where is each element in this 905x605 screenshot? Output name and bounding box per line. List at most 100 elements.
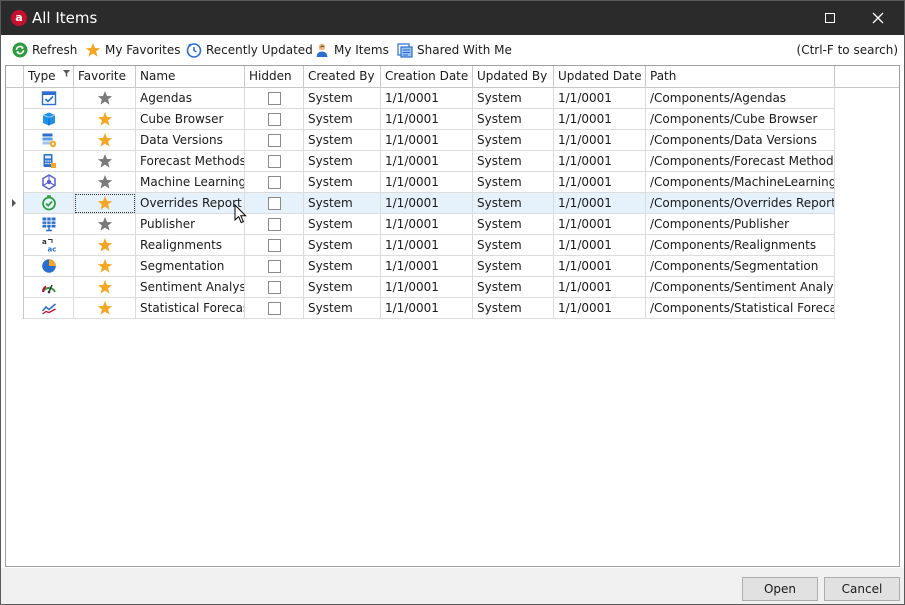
- table-row[interactable]: Cube Browser System 1/1/0001 System 1/1/0001…: [24, 109, 835, 130]
- updated-by-cell[interactable]: System: [473, 130, 554, 151]
- favorite-star-icon[interactable]: [97, 237, 113, 253]
- name-cell[interactable]: Statistical Forecast: [136, 298, 245, 319]
- favorite-star-icon[interactable]: [97, 174, 113, 190]
- column-header-created-by[interactable]: Created By: [304, 66, 381, 87]
- created-by-cell[interactable]: System: [304, 151, 381, 172]
- creation-date-cell[interactable]: 1/1/0001: [381, 88, 473, 109]
- favorite-cell[interactable]: [74, 193, 136, 214]
- hidden-checkbox[interactable]: [267, 133, 281, 147]
- hidden-checkbox[interactable]: [267, 301, 281, 315]
- table-row[interactable]: Publisher System 1/1/0001 System 1/1/0001/Co…: [24, 214, 835, 235]
- type-cell[interactable]: [24, 172, 74, 193]
- creation-date-cell[interactable]: 1/1/0001: [381, 277, 473, 298]
- hidden-cell[interactable]: [245, 193, 304, 214]
- favorite-star-icon[interactable]: [97, 258, 113, 274]
- updated-date-cell[interactable]: 1/1/0001: [554, 130, 646, 151]
- favorite-cell[interactable]: [74, 277, 136, 298]
- hidden-cell[interactable]: [245, 151, 304, 172]
- favorite-star-icon[interactable]: [97, 216, 113, 232]
- table-row[interactable]: Agendas System 1/1/0001 System 1/1/0001/Comp…: [24, 88, 835, 109]
- column-header-type[interactable]: Type: [24, 66, 74, 87]
- type-cell[interactable]: [24, 193, 74, 214]
- column-header-updated-date[interactable]: Updated Date: [554, 66, 646, 87]
- creation-date-cell[interactable]: 1/1/0001: [381, 235, 473, 256]
- favorite-cell[interactable]: [74, 172, 136, 193]
- path-cell[interactable]: /Components/Publisher: [646, 214, 835, 235]
- path-cell[interactable]: /Components/Agendas: [646, 88, 835, 109]
- updated-date-cell[interactable]: 1/1/0001: [554, 298, 646, 319]
- updated-by-cell[interactable]: System: [473, 235, 554, 256]
- favorite-star-icon[interactable]: [97, 300, 113, 316]
- close-button[interactable]: [855, 1, 901, 35]
- favorite-cell[interactable]: [74, 151, 136, 172]
- name-cell[interactable]: Realignments: [136, 235, 245, 256]
- updated-by-cell[interactable]: System: [473, 109, 554, 130]
- path-cell[interactable]: /Components/MachineLearning: [646, 172, 835, 193]
- path-cell[interactable]: /Components/Statistical Forecast: [646, 298, 835, 319]
- hidden-cell[interactable]: [245, 130, 304, 151]
- column-header-path[interactable]: Path: [646, 66, 835, 87]
- created-by-cell[interactable]: System: [304, 298, 381, 319]
- table-row[interactable]: a ac Realignments System 1/1/0001 System 1/1/0…: [24, 235, 835, 256]
- hidden-cell[interactable]: [245, 298, 304, 319]
- hidden-cell[interactable]: [245, 109, 304, 130]
- name-cell[interactable]: Machine Learning: [136, 172, 245, 193]
- path-cell[interactable]: /Components/Segmentation: [646, 256, 835, 277]
- name-cell[interactable]: Data Versions: [136, 130, 245, 151]
- hidden-checkbox[interactable]: [267, 238, 281, 252]
- name-cell[interactable]: Overrides Report: [136, 193, 245, 214]
- updated-date-cell[interactable]: 1/1/0001: [554, 193, 646, 214]
- type-cell[interactable]: [24, 298, 74, 319]
- created-by-cell[interactable]: System: [304, 172, 381, 193]
- creation-date-cell[interactable]: 1/1/0001: [381, 130, 473, 151]
- updated-by-cell[interactable]: System: [473, 214, 554, 235]
- created-by-cell[interactable]: System: [304, 130, 381, 151]
- hidden-cell[interactable]: [245, 256, 304, 277]
- column-header-name[interactable]: Name: [136, 66, 245, 87]
- creation-date-cell[interactable]: 1/1/0001: [381, 193, 473, 214]
- creation-date-cell[interactable]: 1/1/0001: [381, 109, 473, 130]
- updated-by-cell[interactable]: System: [473, 88, 554, 109]
- favorite-star-icon[interactable]: [97, 90, 113, 106]
- hidden-cell[interactable]: [245, 172, 304, 193]
- updated-by-cell[interactable]: System: [473, 277, 554, 298]
- type-cell[interactable]: [24, 151, 74, 172]
- name-cell[interactable]: Agendas: [136, 88, 245, 109]
- hidden-checkbox[interactable]: [267, 175, 281, 189]
- my-items-button[interactable]: My Items: [314, 41, 389, 59]
- type-cell[interactable]: [24, 109, 74, 130]
- type-cell[interactable]: [24, 88, 74, 109]
- hidden-cell[interactable]: [245, 235, 304, 256]
- creation-date-cell[interactable]: 1/1/0001: [381, 172, 473, 193]
- favorite-cell[interactable]: [74, 109, 136, 130]
- type-cell[interactable]: [24, 130, 74, 151]
- updated-by-cell[interactable]: System: [473, 172, 554, 193]
- path-cell[interactable]: /Components/Realignments: [646, 235, 835, 256]
- hidden-checkbox[interactable]: [267, 112, 281, 126]
- name-cell[interactable]: Forecast Methods: [136, 151, 245, 172]
- hidden-checkbox[interactable]: [267, 91, 281, 105]
- updated-date-cell[interactable]: 1/1/0001: [554, 109, 646, 130]
- favorite-cell[interactable]: [74, 256, 136, 277]
- updated-by-cell[interactable]: System: [473, 298, 554, 319]
- updated-date-cell[interactable]: 1/1/0001: [554, 256, 646, 277]
- creation-date-cell[interactable]: 1/1/0001: [381, 151, 473, 172]
- table-row[interactable]: Sentiment Analysis System 1/1/0001 System 1/…: [24, 277, 835, 298]
- column-header-creation-date[interactable]: Creation Date: [381, 66, 473, 87]
- created-by-cell[interactable]: System: [304, 109, 381, 130]
- table-row[interactable]: Segmentation System 1/1/0001 System 1/1/0001…: [24, 256, 835, 277]
- hidden-cell[interactable]: [245, 214, 304, 235]
- updated-date-cell[interactable]: 1/1/0001: [554, 172, 646, 193]
- hidden-cell[interactable]: [245, 88, 304, 109]
- favorite-star-icon[interactable]: [97, 111, 113, 127]
- updated-date-cell[interactable]: 1/1/0001: [554, 235, 646, 256]
- hidden-checkbox[interactable]: [267, 280, 281, 294]
- created-by-cell[interactable]: System: [304, 277, 381, 298]
- favorite-cell[interactable]: [74, 130, 136, 151]
- column-header-updated-by[interactable]: Updated By: [473, 66, 554, 87]
- favorite-cell[interactable]: [74, 298, 136, 319]
- table-row[interactable]: Forecast Methods System 1/1/0001 System 1/1/…: [24, 151, 835, 172]
- cancel-button[interactable]: Cancel: [824, 577, 900, 601]
- created-by-cell[interactable]: System: [304, 256, 381, 277]
- creation-date-cell[interactable]: 1/1/0001: [381, 298, 473, 319]
